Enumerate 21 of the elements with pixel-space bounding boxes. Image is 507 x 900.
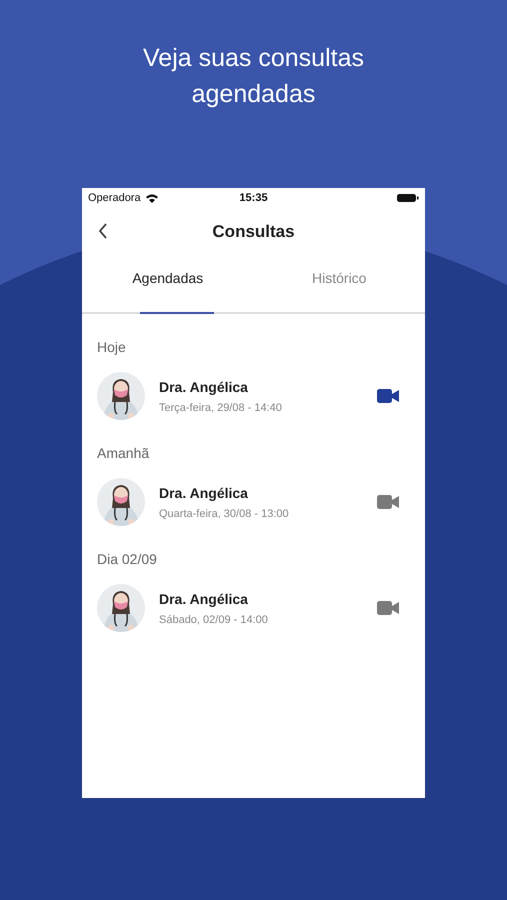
carrier-name: Operadora bbox=[88, 192, 141, 204]
doctor-name: Dra. Angélica bbox=[159, 378, 249, 394]
status-time: 15:35 bbox=[239, 192, 268, 204]
doctor-name: Dra. Angélica bbox=[159, 590, 249, 606]
appointment-time: Quarta-feira, 30/08 - 13:00 bbox=[159, 508, 290, 520]
wifi-icon bbox=[144, 193, 159, 203]
back-button[interactable] bbox=[98, 223, 108, 239]
appointment-time: Sábado, 02/09 - 14:00 bbox=[159, 614, 269, 626]
screen-title: Consultas bbox=[212, 222, 295, 242]
doctor-name: Dra. Angélica bbox=[159, 484, 249, 500]
video-camera-icon[interactable] bbox=[377, 389, 400, 403]
video-camera-icon[interactable] bbox=[377, 601, 400, 615]
video-camera-icon[interactable] bbox=[377, 495, 400, 509]
battery-icon bbox=[396, 193, 419, 203]
date-heading: Hoje bbox=[97, 338, 127, 356]
date-heading: Dia 02/09 bbox=[97, 550, 158, 568]
date-heading: Amanhã bbox=[97, 444, 150, 462]
headline: Veja suas consultas agendadas bbox=[142, 43, 365, 110]
tab[interactable]: Agendadas bbox=[82, 256, 254, 312]
appointment-time: Terça-feira, 29/08 - 14:40 bbox=[159, 402, 283, 414]
tab[interactable]: Histórico bbox=[254, 256, 425, 312]
